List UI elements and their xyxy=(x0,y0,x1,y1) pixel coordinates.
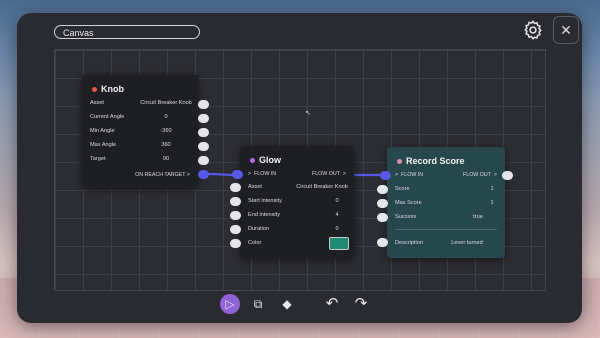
knob-port-target[interactable] xyxy=(198,156,209,165)
glow-node-title: Glow xyxy=(250,155,281,165)
record-row-description: Description Lever turned xyxy=(395,240,483,246)
glow-port-end-intensity[interactable] xyxy=(230,211,241,220)
canvas-panel: Canvas ✕ ↖ Knob Asset Circuit Breaker Kno… xyxy=(17,13,582,323)
record-port-description[interactable] xyxy=(377,238,388,247)
undo-icon: ↶ xyxy=(325,295,339,312)
record-row-score: Score 1 xyxy=(395,186,494,192)
record-port-success[interactable] xyxy=(377,213,388,222)
knob-row-max-angle: Max Angle 360 xyxy=(90,142,171,148)
glow-row-duration: Duration 0 xyxy=(248,226,339,232)
knob-row-current-angle: Current Angle 0 xyxy=(90,114,168,120)
knob-port-current-angle[interactable] xyxy=(198,114,209,123)
knob-node-title: Knob xyxy=(92,84,124,94)
knob-row-asset: Asset Circuit Breaker Knob xyxy=(90,100,192,106)
knob-flow-out: ON REACH TARGET > xyxy=(135,172,190,178)
glow-status-dot xyxy=(250,158,255,164)
undo-button[interactable]: ↶ xyxy=(322,294,342,314)
record-port-flow-in[interactable] xyxy=(380,171,391,180)
record-flow-row: > FLOW IN FLOW OUT > xyxy=(395,172,497,178)
knob-port-min-angle[interactable] xyxy=(198,128,209,137)
knob-row-min-angle: Min Angle -360 xyxy=(90,128,172,134)
glow-row-end-intensity: End intensity 4 xyxy=(248,212,339,218)
erase-button[interactable]: ◆ xyxy=(277,294,297,314)
glow-port-color[interactable] xyxy=(230,239,241,248)
duplicate-button[interactable]: ⧉ xyxy=(248,294,268,314)
record-port-score[interactable] xyxy=(377,185,388,194)
record-score-status-dot xyxy=(397,159,402,165)
knob-row-target: Target 90 xyxy=(90,156,170,162)
glow-port-duration[interactable] xyxy=(230,225,241,234)
knob-node[interactable]: Knob Asset Circuit Breaker Knob Current A… xyxy=(82,75,198,188)
redo-icon: ↷ xyxy=(354,295,368,312)
eraser-icon: ◆ xyxy=(282,297,292,311)
glow-port-start-intensity[interactable] xyxy=(230,197,241,206)
cursor-arrow-icon: ▷ xyxy=(225,297,235,311)
record-row-success: Success true xyxy=(395,214,483,220)
knob-port-asset[interactable] xyxy=(198,100,209,109)
knob-status-dot xyxy=(92,87,97,93)
record-port-flow-out[interactable] xyxy=(502,171,513,180)
glow-port-asset[interactable] xyxy=(230,183,241,192)
record-score-node[interactable]: Record Score > FLOW IN FLOW OUT > Score 1… xyxy=(387,147,505,258)
glow-row-start-intensity: Start intensity 0 xyxy=(248,198,339,204)
redo-button[interactable]: ↷ xyxy=(351,294,371,314)
record-row-max-score: Max Score 1 xyxy=(395,200,494,206)
select-tool-button[interactable]: ▷ xyxy=(220,294,240,314)
knob-port-flow-out[interactable] xyxy=(198,170,209,179)
glow-color-swatch[interactable] xyxy=(329,237,349,250)
record-port-max-score[interactable] xyxy=(377,199,388,208)
glow-row-asset: Asset Circuit Breaker Knob xyxy=(248,184,348,190)
glow-node[interactable]: Glow > FLOW IN FLOW OUT > Asset Circuit B… xyxy=(240,146,354,258)
record-divider xyxy=(395,229,497,230)
glow-flow-row: > FLOW IN FLOW OUT > xyxy=(248,171,346,177)
glow-port-flow-in[interactable] xyxy=(232,170,243,179)
duplicate-icon: ⧉ xyxy=(253,297,263,311)
knob-port-max-angle[interactable] xyxy=(198,142,209,151)
record-score-title: Record Score xyxy=(397,156,465,166)
